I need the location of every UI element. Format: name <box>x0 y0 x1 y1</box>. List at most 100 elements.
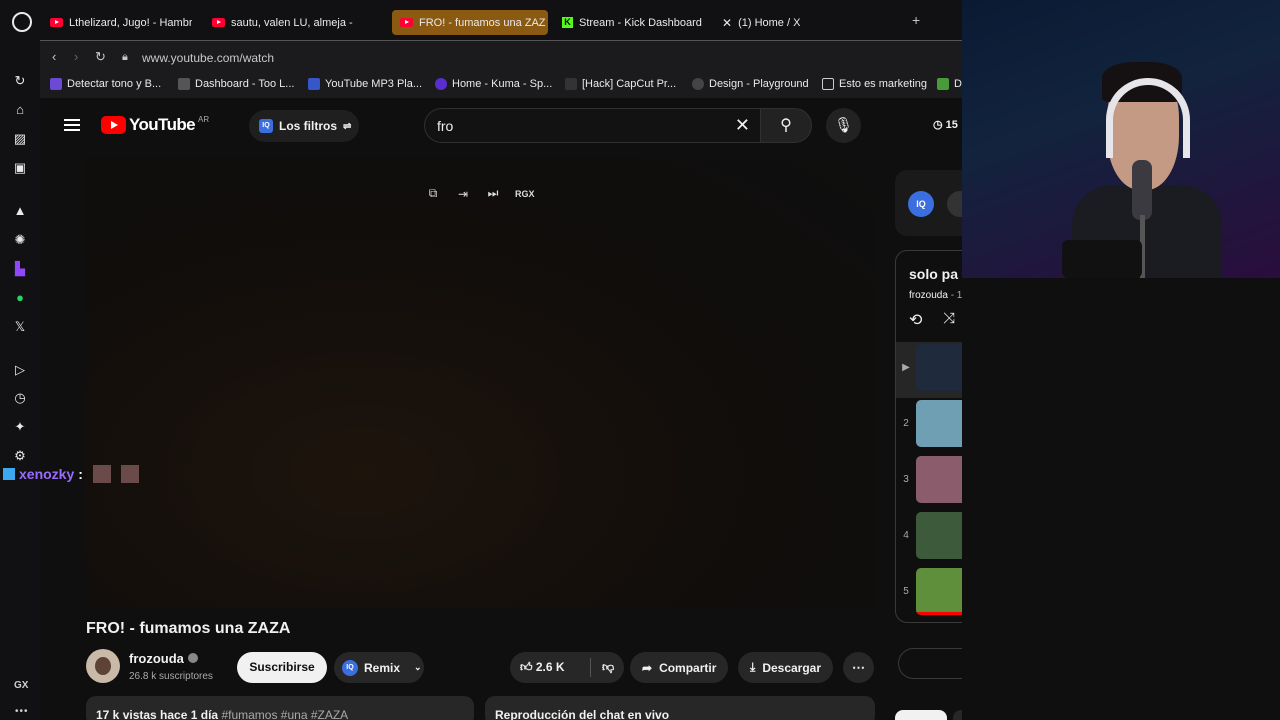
speed-dial-icon[interactable]: ↻ <box>11 72 29 90</box>
search-input[interactable]: fro <box>437 118 453 134</box>
iq-icon: IQ <box>342 659 358 676</box>
tab-1[interactable]: Lthelizard, Jugo! - Hambr <box>42 10 192 35</box>
settings-icon[interactable]: ⚙ <box>11 447 29 465</box>
kick-icon: K <box>562 17 573 28</box>
voice-search-button[interactable]: 🎙︎ <box>826 108 861 143</box>
bookmark-icon <box>50 78 62 90</box>
bookmark-icon <box>565 78 577 90</box>
item-index: 2 <box>903 418 909 429</box>
channel-name[interactable]: frozouda <box>129 651 198 666</box>
extensions-icon[interactable]: ✦ <box>11 418 29 436</box>
new-tab-button[interactable]: + <box>912 13 926 27</box>
bookmark-item[interactable]: Esto es marketing <box>822 78 927 90</box>
bookmarks-bar: Detectar tono y B... Dashboard - Too L..… <box>40 73 962 98</box>
bookmark-icon <box>822 78 834 90</box>
address-bar: ‹ › ↻ 🔒︎ www.youtube.com/watch <box>40 40 962 73</box>
item-index: 3 <box>903 474 909 485</box>
bookmark-icon <box>308 78 320 90</box>
bookmark-item[interactable]: [Hack] CapCut Pr... <box>565 78 676 90</box>
x-twitter-icon[interactable]: 𝕏 <box>11 318 29 336</box>
badge-icon <box>3 468 15 480</box>
opera-logo-icon[interactable] <box>12 12 32 32</box>
download-icon: ⤓ <box>750 660 756 674</box>
iq-icon[interactable]: IQ <box>908 191 934 217</box>
bookmark-icon <box>937 78 949 90</box>
gx-corner-icon[interactable]: ▣ <box>11 159 29 177</box>
like-dislike: 👍︎ 2.6 K 👎︎ <box>510 652 624 683</box>
webcam-overlay <box>962 0 1280 278</box>
share-button[interactable]: ➦ Compartir <box>630 652 729 683</box>
sliders-icon: ⇌ <box>343 120 352 132</box>
video-title: FRO! - fumamos una ZAZA <box>86 620 291 637</box>
bookmark-item[interactable]: Detectar tono y B... <box>50 78 161 90</box>
bookmark-item[interactable]: Design - Playground <box>692 78 809 90</box>
player-icon[interactable]: ▷ <box>11 361 29 379</box>
tab-4[interactable]: K Stream - Kick Dashboard <box>554 10 714 35</box>
enter-icon[interactable]: ⇥ <box>455 187 471 201</box>
gx-label[interactable]: GX <box>14 680 28 691</box>
shuffle-icon[interactable]: ⤨ <box>943 310 955 327</box>
screen: ↻ ⌂ ▨ ▣ ▲ ✺ ▙ ● 𝕏 ▷ ◷ ✦ ⚙ GX ••• Ltheliz… <box>0 0 1280 720</box>
search-box[interactable]: fro ✕ <box>424 108 760 143</box>
search-icon: ⚲ <box>780 117 792 134</box>
iq-toggle[interactable] <box>947 191 962 217</box>
tab-label: (1) Home / X <box>738 16 801 29</box>
download-button[interactable]: ⤓ Descargar <box>738 652 834 683</box>
gx-cleaner-icon[interactable]: ▨ <box>11 130 29 148</box>
video-player[interactable] <box>86 158 876 608</box>
whatsapp-icon[interactable]: ● <box>11 289 29 307</box>
youtube-page: YouTube AR IQ Los filtros ⇌ fro ✕ ⚲ 🎙︎ ◷… <box>3 98 962 720</box>
bookmark-item[interactable]: YouTube MP3 Pla... <box>308 78 422 90</box>
emote-icon <box>92 465 111 483</box>
avatar[interactable] <box>86 649 120 683</box>
clear-icon[interactable]: ✕ <box>735 115 750 136</box>
tab-bar: Lthelizard, Jugo! - Hambr sautu, valen L… <box>40 0 962 40</box>
bookmark-icon <box>692 78 704 90</box>
rgx-button[interactable]: RGX <box>515 189 535 199</box>
forward-icon[interactable]: › <box>74 49 78 64</box>
thumbs-down-icon: 👎︎ <box>602 660 615 674</box>
bookmark-icon <box>178 78 190 90</box>
subscribe-button[interactable]: Suscribirse <box>237 652 327 683</box>
menu-icon[interactable] <box>64 119 80 131</box>
tab-2[interactable]: sautu, valen LU, almeja - <box>204 10 354 35</box>
description-box[interactable]: 17 k vistas hace 1 día #fumamos #una #ZA… <box>86 696 474 720</box>
gx-control-icon[interactable]: ⌂ <box>11 101 29 119</box>
skip-icon[interactable]: ⏭ <box>485 186 501 201</box>
search-button[interactable]: ⚲ <box>760 108 812 143</box>
bookmark-item[interactable]: Dashboard - Too L... <box>178 78 294 90</box>
iq-panel: IQ <box>895 170 962 236</box>
history-icon[interactable]: ◷ <box>11 389 29 407</box>
history-badge[interactable]: ◷ 15 <box>933 118 958 131</box>
tab-label: Stream - Kick Dashboard <box>579 16 702 29</box>
chatgpt-icon[interactable]: ✺ <box>11 231 29 249</box>
twitch-icon[interactable]: ▙ <box>11 260 29 278</box>
filters-button[interactable]: IQ Los filtros ⇌ <box>249 110 359 142</box>
lock-icon[interactable]: 🔒︎ <box>122 51 128 64</box>
chat-overlay: xenozky : <box>3 465 139 483</box>
reload-icon[interactable]: ↻ <box>95 49 106 65</box>
back-icon[interactable]: ‹ <box>52 49 56 64</box>
chip[interactable] <box>895 710 947 720</box>
aria-icon[interactable]: ▲ <box>11 202 29 220</box>
player-tools: ⧉ ⇥ ⏭ RGX <box>425 186 535 201</box>
share-icon: ➦ <box>642 660 653 675</box>
blank-area <box>962 278 1280 720</box>
tab-3-active[interactable]: FRO! - fumamos una ZAZ <box>392 10 548 35</box>
tab-5[interactable]: ✕ (1) Home / X <box>714 10 834 35</box>
youtube-logo[interactable]: YouTube AR <box>101 115 209 135</box>
dislike-button[interactable]: 👎︎ <box>602 660 614 675</box>
divider <box>590 658 591 677</box>
thumbs-up-icon: 👍︎ <box>520 660 536 674</box>
popout-icon[interactable]: ⧉ <box>425 186 441 201</box>
more-icon[interactable]: ••• <box>15 706 29 717</box>
url-field[interactable]: www.youtube.com/watch <box>142 51 274 65</box>
tab-label: FRO! - fumamos una ZAZ <box>419 16 546 29</box>
loop-icon[interactable]: ⟲ <box>909 310 922 330</box>
more-actions-button[interactable]: ⋯ <box>843 652 874 683</box>
bookmark-item[interactable]: D <box>937 78 962 90</box>
live-chat-replay[interactable]: Reproducción del chat en vivo <box>485 696 875 720</box>
bookmark-item[interactable]: Home - Kuma - Sp... <box>435 78 552 90</box>
remix-button[interactable]: IQ Remix ⌄ <box>334 652 424 683</box>
like-button[interactable]: 👍︎ 2.6 K <box>520 660 565 675</box>
